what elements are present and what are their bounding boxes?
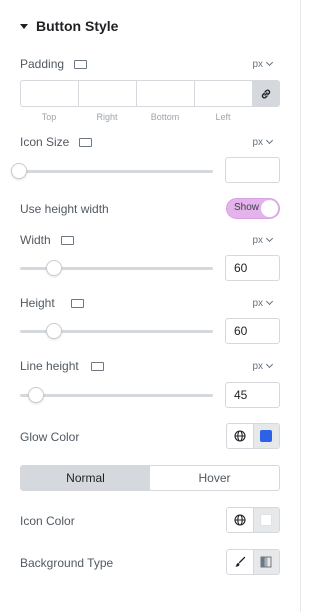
icon-color-control bbox=[226, 507, 280, 533]
glow-color-swatch bbox=[260, 430, 273, 442]
toggle-state-text: Show bbox=[234, 202, 260, 213]
icon-size-slider-track[interactable] bbox=[20, 170, 213, 173]
width-unit-label: px bbox=[252, 234, 263, 246]
height-input[interactable]: 60 bbox=[225, 318, 280, 344]
chevron-down-icon bbox=[265, 234, 274, 243]
padding-top-input[interactable] bbox=[20, 80, 78, 107]
width-unit-select[interactable]: px bbox=[252, 233, 274, 247]
desktop-icon[interactable] bbox=[74, 59, 88, 69]
height-slider-thumb[interactable] bbox=[46, 323, 62, 339]
padding-bottom-input[interactable] bbox=[136, 80, 194, 107]
line-height-slider-track[interactable] bbox=[20, 394, 213, 397]
background-classic-button[interactable] bbox=[227, 550, 253, 574]
background-gradient-button[interactable] bbox=[252, 550, 279, 574]
height-unit-select[interactable]: px bbox=[252, 296, 274, 310]
padding-field-labels: Top Right Bottom Left bbox=[20, 112, 252, 122]
padding-unit-select[interactable]: px bbox=[252, 57, 274, 71]
icon-size-slider-thumb[interactable] bbox=[11, 163, 27, 179]
link-values-button[interactable] bbox=[252, 80, 280, 107]
icon-size-unit-label: px bbox=[252, 136, 263, 148]
caret-down-icon bbox=[20, 23, 28, 29]
chevron-down-icon bbox=[265, 297, 274, 306]
globe-icon bbox=[234, 430, 246, 442]
desktop-icon[interactable] bbox=[70, 298, 84, 308]
width-input[interactable]: 60 bbox=[225, 255, 280, 281]
globe-icon bbox=[234, 514, 246, 526]
width-label-row: Width bbox=[20, 232, 74, 248]
padding-bottom-label: Bottom bbox=[150, 112, 180, 122]
padding-right-label: Right bbox=[96, 112, 118, 122]
desktop-icon[interactable] bbox=[60, 235, 74, 245]
icon-size-label: Icon Size bbox=[20, 135, 70, 149]
chevron-down-icon bbox=[265, 136, 274, 145]
icon-size-input[interactable] bbox=[225, 157, 280, 183]
use-height-width-label: Use height width bbox=[20, 202, 109, 216]
padding-dimensions bbox=[20, 80, 280, 107]
width-slider-thumb[interactable] bbox=[46, 260, 62, 276]
line-height-unit-label: px bbox=[252, 360, 263, 372]
background-type-control bbox=[226, 549, 280, 575]
gradient-icon bbox=[260, 556, 272, 568]
line-height-label-row: Line height bbox=[20, 358, 104, 374]
global-colors-button[interactable] bbox=[227, 424, 253, 448]
toggle-knob bbox=[261, 200, 278, 217]
global-colors-button[interactable] bbox=[227, 508, 253, 532]
width-label: Width bbox=[20, 233, 51, 247]
chevron-down-icon bbox=[265, 58, 274, 67]
use-height-width-toggle[interactable]: Show bbox=[226, 198, 280, 219]
glow-color-picker[interactable] bbox=[252, 424, 279, 448]
icon-size-unit-select[interactable]: px bbox=[252, 135, 274, 149]
height-label: Height bbox=[20, 296, 55, 310]
button-style-panel: Button Style Padding px Top Right Bottom… bbox=[0, 0, 301, 612]
padding-unit-label: px bbox=[252, 58, 263, 70]
icon-color-label: Icon Color bbox=[20, 514, 75, 528]
icon-color-picker[interactable] bbox=[252, 508, 279, 532]
line-height-input[interactable]: 45 bbox=[225, 382, 280, 408]
tab-normal[interactable]: Normal bbox=[21, 466, 150, 490]
section-title: Button Style bbox=[36, 18, 119, 34]
desktop-icon[interactable] bbox=[79, 137, 93, 147]
desktop-icon[interactable] bbox=[90, 361, 104, 371]
brush-icon bbox=[235, 556, 246, 567]
icon-size-label-row: Icon Size bbox=[20, 134, 93, 150]
icon-color-swatch bbox=[260, 514, 273, 526]
padding-top-label: Top bbox=[41, 112, 57, 122]
padding-right-input[interactable] bbox=[78, 80, 136, 107]
glow-color-control bbox=[226, 423, 280, 449]
link-icon bbox=[261, 89, 271, 98]
padding-left-label: Left bbox=[215, 112, 231, 122]
glow-color-label: Glow Color bbox=[20, 430, 80, 444]
line-height-slider-thumb[interactable] bbox=[28, 387, 44, 403]
background-type-label: Background Type bbox=[20, 556, 114, 570]
tab-hover[interactable]: Hover bbox=[150, 466, 279, 490]
padding-label-row: Padding bbox=[20, 56, 88, 72]
height-unit-label: px bbox=[252, 297, 263, 309]
padding-left-input[interactable] bbox=[194, 80, 252, 107]
state-tabs: Normal Hover bbox=[20, 465, 280, 491]
section-toggle[interactable]: Button Style bbox=[20, 16, 118, 36]
padding-label: Padding bbox=[20, 57, 65, 71]
line-height-label: Line height bbox=[20, 359, 79, 373]
height-label-row: Height bbox=[20, 295, 84, 311]
chevron-down-icon bbox=[265, 360, 274, 369]
line-height-unit-select[interactable]: px bbox=[252, 359, 274, 373]
